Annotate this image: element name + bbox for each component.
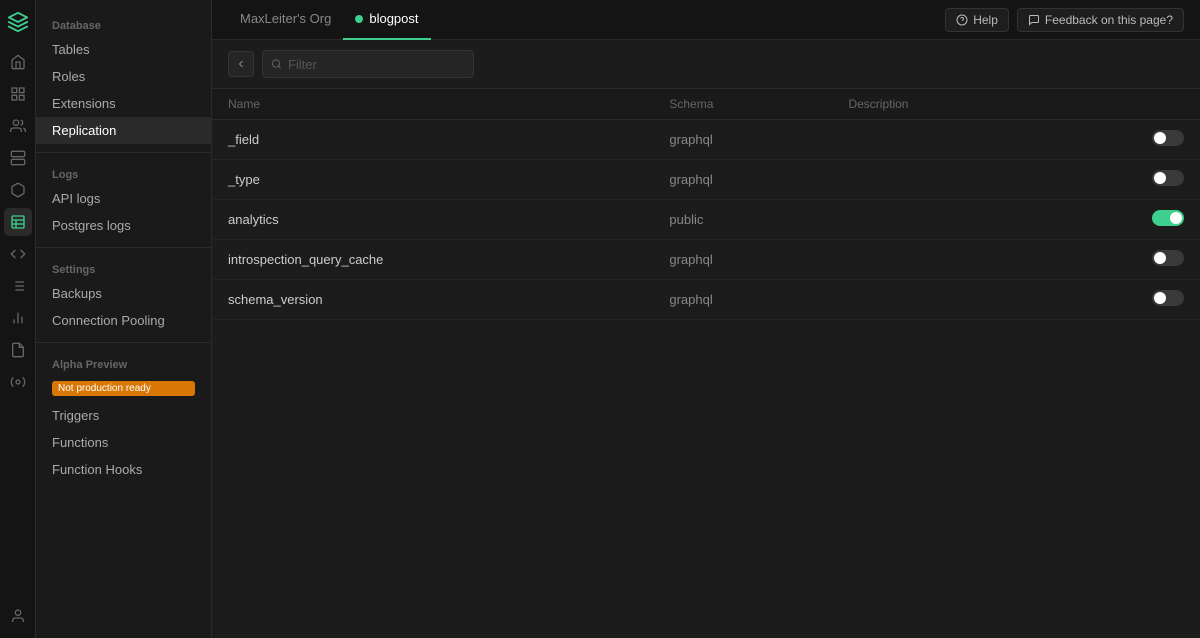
sidebar-item-function-hooks[interactable]: Function Hooks	[36, 456, 211, 483]
cell-description	[832, 240, 1049, 280]
toggle-_field[interactable]	[1152, 130, 1184, 146]
topbar-dot-icon	[355, 15, 363, 23]
rail-settings-icon[interactable]	[4, 368, 32, 396]
sidebar-item-triggers[interactable]: Triggers	[36, 402, 211, 429]
topbar-tabs: MaxLeiter's Org blogpost	[228, 0, 431, 40]
cell-name: schema_version	[212, 280, 653, 320]
feedback-label: Feedback on this page?	[1045, 13, 1173, 27]
content-toolbar	[212, 40, 1200, 89]
cell-name: introspection_query_cache	[212, 240, 653, 280]
table-row: _fieldgraphql	[212, 120, 1200, 160]
alpha-section-label: Alpha Preview	[36, 351, 211, 375]
logs-section-label: Logs	[36, 161, 211, 185]
app-logo	[4, 8, 32, 36]
cell-name: analytics	[212, 200, 653, 240]
sidebar-item-functions[interactable]: Functions	[36, 429, 211, 456]
table-row: analyticspublic	[212, 200, 1200, 240]
replication-table: Name Schema Description _fieldgraphql_ty…	[212, 89, 1200, 320]
table-row: _typegraphql	[212, 160, 1200, 200]
table-row: introspection_query_cachegraphql	[212, 240, 1200, 280]
rail-storage-icon[interactable]	[4, 144, 32, 172]
cell-description	[832, 200, 1049, 240]
col-toggle	[1049, 89, 1200, 120]
col-name: Name	[212, 89, 653, 120]
settings-section-label: Settings	[36, 256, 211, 280]
cell-schema: graphql	[653, 160, 832, 200]
cell-toggle	[1049, 120, 1200, 160]
rail-table-icon[interactable]	[4, 208, 32, 236]
collapse-button[interactable]	[228, 51, 254, 77]
cell-description	[832, 160, 1049, 200]
col-schema: Schema	[653, 89, 832, 120]
content-area: Name Schema Description _fieldgraphql_ty…	[212, 40, 1200, 638]
data-table: Name Schema Description _fieldgraphql_ty…	[212, 89, 1200, 638]
topbar-tab-org[interactable]: MaxLeiter's Org	[228, 0, 343, 40]
toggle-introspection_query_cache[interactable]	[1152, 250, 1184, 266]
feedback-button[interactable]: Feedback on this page?	[1017, 8, 1184, 32]
rail-docs-icon[interactable]	[4, 336, 32, 364]
table-row: schema_versiongraphql	[212, 280, 1200, 320]
topbar-tab-project[interactable]: blogpost	[343, 0, 430, 40]
cell-schema: public	[653, 200, 832, 240]
cell-description	[832, 280, 1049, 320]
rail-chart-icon[interactable]	[4, 304, 32, 332]
topbar-actions: Help Feedback on this page?	[945, 8, 1184, 32]
help-icon	[956, 14, 968, 26]
cell-name: _field	[212, 120, 653, 160]
rail-users-icon[interactable]	[4, 112, 32, 140]
chevron-left-icon	[235, 58, 247, 70]
sidebar-item-connection-pooling[interactable]: Connection Pooling	[36, 307, 211, 334]
rail-code-icon[interactable]	[4, 240, 32, 268]
cell-description	[832, 120, 1049, 160]
cell-schema: graphql	[653, 240, 832, 280]
sidebar-divider-logs	[36, 152, 211, 153]
alpha-badge: Not production ready	[52, 381, 195, 396]
topbar-tab-project-label: blogpost	[369, 11, 418, 26]
sidebar-item-replication[interactable]: Replication	[36, 117, 211, 144]
cell-toggle	[1049, 280, 1200, 320]
col-description: Description	[832, 89, 1049, 120]
sidebar-item-postgres-logs[interactable]: Postgres logs	[36, 212, 211, 239]
rail-home-icon[interactable]	[4, 48, 32, 76]
feedback-icon	[1028, 14, 1040, 26]
filter-input[interactable]	[288, 57, 465, 72]
cell-schema: graphql	[653, 280, 832, 320]
cell-schema: graphql	[653, 120, 832, 160]
rail-grid-icon[interactable]	[4, 80, 32, 108]
topbar: MaxLeiter's Org blogpost Help Feedback o…	[212, 0, 1200, 40]
sidebar-item-roles[interactable]: Roles	[36, 63, 211, 90]
main-content: MaxLeiter's Org blogpost Help Feedback o…	[212, 0, 1200, 638]
table-header: Name Schema Description	[212, 89, 1200, 120]
icon-rail	[0, 0, 36, 638]
cell-toggle	[1049, 160, 1200, 200]
sidebar-divider-alpha	[36, 342, 211, 343]
cell-toggle	[1049, 240, 1200, 280]
database-section-label: Database	[36, 12, 211, 36]
rail-box-icon[interactable]	[4, 176, 32, 204]
cell-name: _type	[212, 160, 653, 200]
search-icon	[271, 58, 282, 70]
sidebar-item-extensions[interactable]: Extensions	[36, 90, 211, 117]
filter-input-wrap	[262, 50, 474, 78]
toggle-analytics[interactable]	[1152, 210, 1184, 226]
sidebar-item-tables[interactable]: Tables	[36, 36, 211, 63]
toggle-schema_version[interactable]	[1152, 290, 1184, 306]
help-button[interactable]: Help	[945, 8, 1009, 32]
table-body: _fieldgraphql_typegraphqlanalyticspublic…	[212, 120, 1200, 320]
toggle-_type[interactable]	[1152, 170, 1184, 186]
sidebar-divider-settings	[36, 247, 211, 248]
rail-user-icon[interactable]	[4, 602, 32, 630]
cell-toggle	[1049, 200, 1200, 240]
topbar-tab-org-label: MaxLeiter's Org	[240, 11, 331, 26]
sidebar: Database Tables Roles Extensions Replica…	[36, 0, 212, 638]
sidebar-item-api-logs[interactable]: API logs	[36, 185, 211, 212]
sidebar-item-backups[interactable]: Backups	[36, 280, 211, 307]
rail-list-icon[interactable]	[4, 272, 32, 300]
help-label: Help	[973, 13, 998, 27]
